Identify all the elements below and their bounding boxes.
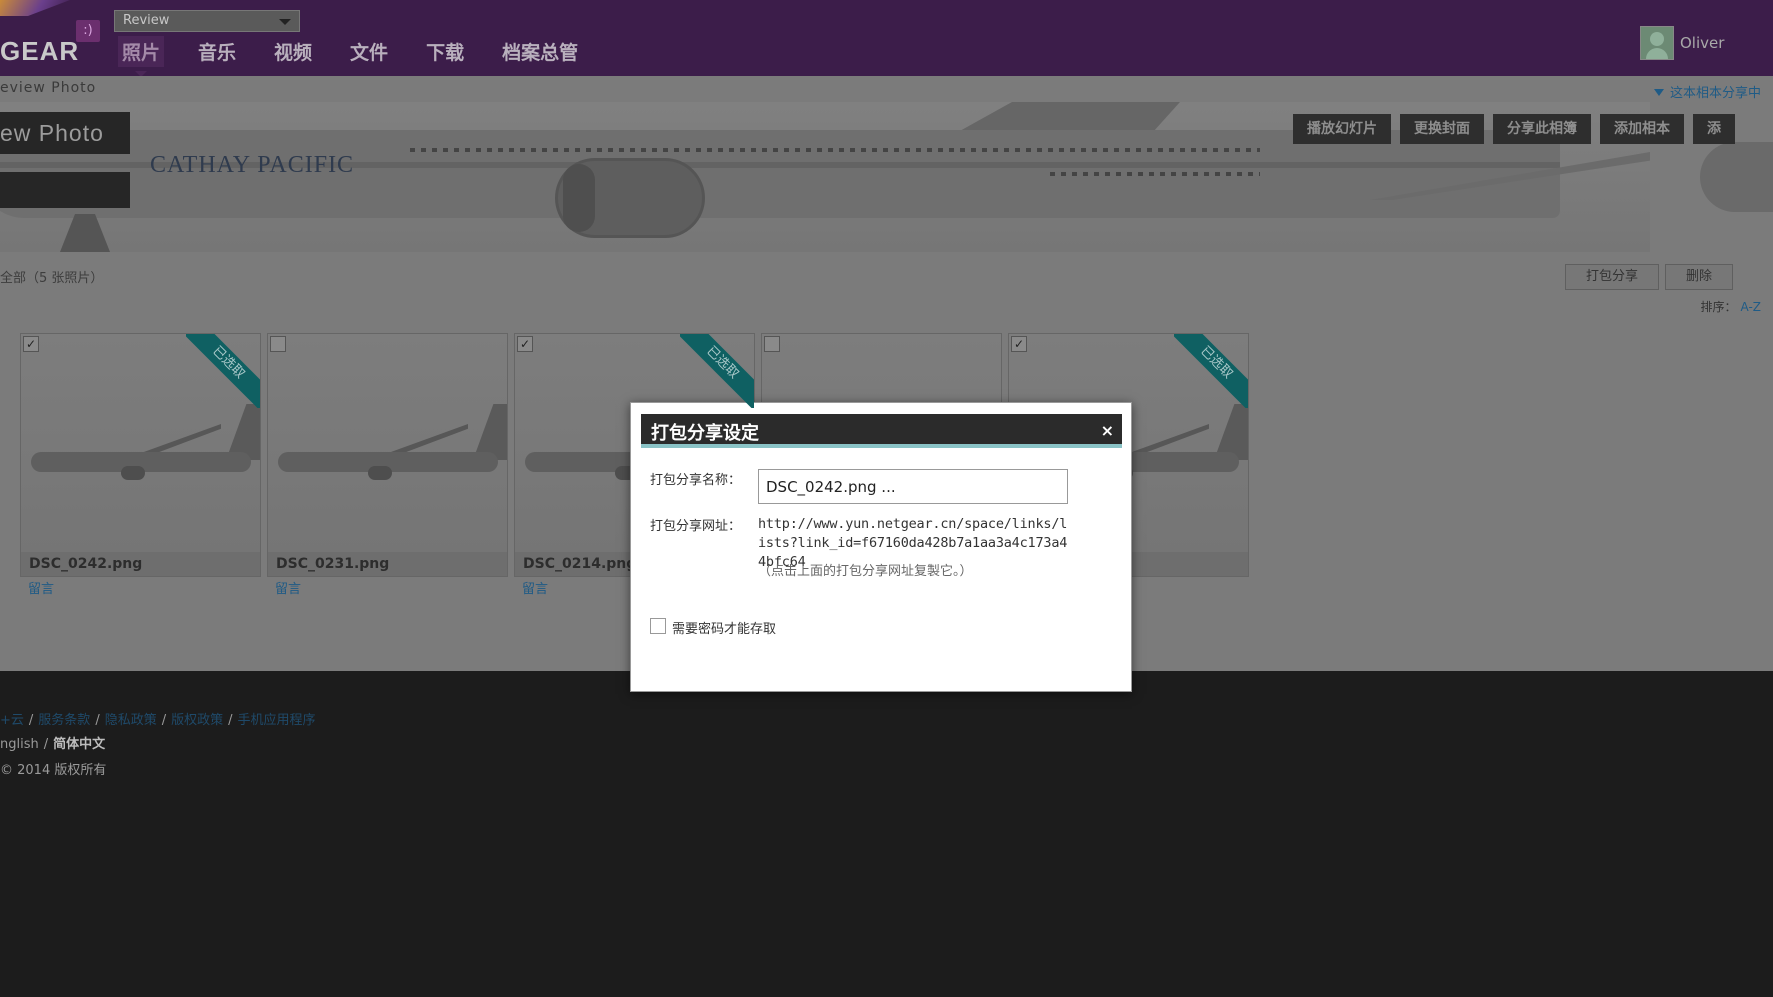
netgear-logo[interactable]: GEAR — [0, 36, 79, 67]
lang-english-link[interactable]: nglish — [0, 737, 39, 752]
comment-link[interactable]: 留言 — [28, 578, 54, 597]
dialog-header: 打包分享设定 × — [641, 414, 1122, 448]
photo-checkbox[interactable] — [764, 336, 780, 352]
breadcrumb-bar: eview Photo 这本相本分享中 — [0, 76, 1773, 102]
thumb-plane-engine — [121, 466, 145, 480]
view-select-dropdown[interactable]: Review — [114, 10, 300, 32]
photo-checkbox[interactable]: ✓ — [517, 336, 533, 352]
photo-card[interactable]: ✓ 已选取 DSC_0242.png — [20, 333, 261, 577]
top-navigation-bar: GEAR :) Review 照片 音乐 视频 文件 下载 档案总管 Olive… — [0, 0, 1773, 77]
photo-card[interactable]: DSC_0231.png — [267, 333, 508, 577]
view-select-value: Review — [123, 13, 170, 28]
selected-ribbon: 已选取 — [186, 334, 260, 408]
selected-ribbon-text: 已选取 — [186, 334, 260, 408]
album-actions: 播放幻灯片 更换封面 分享此相簿 添加相本 添 — [1293, 114, 1744, 144]
footer-separator: / — [161, 713, 167, 728]
user-menu[interactable]: Oliver — [1640, 26, 1724, 60]
pack-share-button[interactable]: 打包分享 — [1565, 264, 1660, 290]
footer: +云 / 服务条款 / 隐私政策 / 版权政策 / 手机应用程序 nglish / 简体中文 © 2… — [0, 671, 1773, 997]
share-status-text: 这本相本分享中 — [1669, 86, 1761, 101]
copyright-text: © 2014 版权所有 — [0, 763, 107, 778]
language-switcher: nglish / 简体中文 — [0, 733, 105, 752]
change-cover-button[interactable]: 更换封面 — [1400, 114, 1484, 144]
footer-link-terms[interactable]: 服务条款 — [38, 713, 90, 728]
nav-videos[interactable]: 视频 — [270, 36, 316, 67]
album-subtitle-box — [0, 172, 130, 208]
footer-link-mobile-apps[interactable]: 手机应用程序 — [238, 713, 316, 728]
share-url-label: 打包分享网址： — [650, 519, 742, 534]
lang-current: 简体中文 — [53, 737, 106, 752]
main-nav: 照片 音乐 视频 文件 下载 档案总管 — [118, 36, 612, 77]
footer-link-privacy[interactable]: 隐私政策 — [105, 713, 157, 728]
footer-links: +云 / 服务条款 / 隐私政策 / 版权政策 / 手机应用程序 — [0, 709, 316, 728]
footer-separator: / — [228, 713, 233, 728]
add-album-button[interactable]: 添加相本 — [1600, 114, 1684, 144]
dialog-title: 打包分享设定 — [651, 423, 759, 444]
close-icon[interactable]: × — [1101, 421, 1114, 440]
album-title: ew Photo — [0, 120, 104, 146]
nav-downloads[interactable]: 下载 — [422, 36, 468, 67]
smile-badge-icon: :) — [76, 20, 100, 42]
share-name-input[interactable] — [758, 469, 1068, 504]
chevron-down-icon — [279, 19, 291, 25]
comment-link[interactable]: 留言 — [522, 578, 548, 597]
photo-toolbar: 打包分享 删除 — [1565, 264, 1739, 290]
selected-ribbon-text: 已选取 — [1174, 334, 1248, 408]
add-button[interactable]: 添 — [1693, 114, 1735, 144]
plane-windows-graphic — [1050, 172, 1260, 176]
nav-photos[interactable]: 照片 — [118, 36, 165, 77]
share-status-link[interactable]: 这本相本分享中 — [1653, 82, 1761, 101]
thumb-plane-engine — [368, 466, 392, 480]
delete-button[interactable]: 删除 — [1665, 264, 1734, 290]
footer-separator: / — [95, 713, 100, 728]
photo-name: DSC_0214.png — [523, 556, 637, 572]
photo-thumbnail[interactable] — [268, 334, 507, 552]
selected-ribbon-text: 已选取 — [680, 334, 754, 408]
photo-checkbox[interactable]: ✓ — [23, 336, 39, 352]
user-name[interactable]: Oliver — [1680, 34, 1724, 52]
album-cover-banner: CATHAY PACIFIC ew Photo 播放幻灯片 更换封面 分享此相簿… — [0, 102, 1773, 252]
nav-music[interactable]: 音乐 — [194, 36, 240, 67]
footer-separator: / — [28, 713, 34, 728]
plane-nose-graphic — [1700, 142, 1773, 212]
share-album-button[interactable]: 分享此相簿 — [1493, 114, 1591, 144]
require-password-label[interactable]: 需要密码才能存取 — [672, 618, 776, 637]
photo-name: DSC_0231.png — [276, 556, 390, 572]
airline-livery-text: CATHAY PACIFIC — [150, 152, 355, 178]
footer-link-cloud[interactable]: +云 — [0, 713, 24, 728]
pack-share-dialog: 打包分享设定 × 打包分享名称： 打包分享网址： http://www.yun.… — [630, 402, 1132, 692]
sort-control: 排序： A-Z — [1700, 298, 1761, 315]
footer-separator: / — [43, 737, 49, 752]
photo-checkbox[interactable]: ✓ — [1011, 336, 1027, 352]
nav-files[interactable]: 文件 — [346, 36, 392, 67]
avatar[interactable] — [1640, 26, 1674, 60]
sort-az-link[interactable]: A-Z — [1741, 300, 1762, 314]
plane-windows-graphic — [410, 148, 1260, 152]
sort-label: 排序： — [1700, 300, 1737, 314]
require-password-checkbox[interactable] — [650, 618, 666, 634]
triangle-down-icon — [1653, 89, 1664, 96]
footer-link-copyright[interactable]: 版权政策 — [171, 713, 223, 728]
breadcrumb[interactable]: eview Photo — [0, 80, 96, 96]
logo-graphic — [0, 0, 70, 16]
photo-checkbox[interactable] — [270, 336, 286, 352]
selected-ribbon: 已选取 — [1174, 334, 1248, 408]
share-url-hint: （点击上面的打包分享网址复製它。） — [758, 564, 973, 579]
share-name-label: 打包分享名称： — [650, 473, 742, 488]
comment-link[interactable]: 留言 — [275, 578, 301, 597]
slideshow-button[interactable]: 播放幻灯片 — [1293, 114, 1391, 144]
photo-count-label: 全部（5 张照片） — [0, 271, 104, 286]
photo-name: DSC_0242.png — [29, 556, 143, 572]
selected-ribbon: 已选取 — [680, 334, 754, 408]
nav-file-manager[interactable]: 档案总管 — [498, 36, 582, 67]
plane-engine-hub-graphic — [563, 164, 595, 232]
